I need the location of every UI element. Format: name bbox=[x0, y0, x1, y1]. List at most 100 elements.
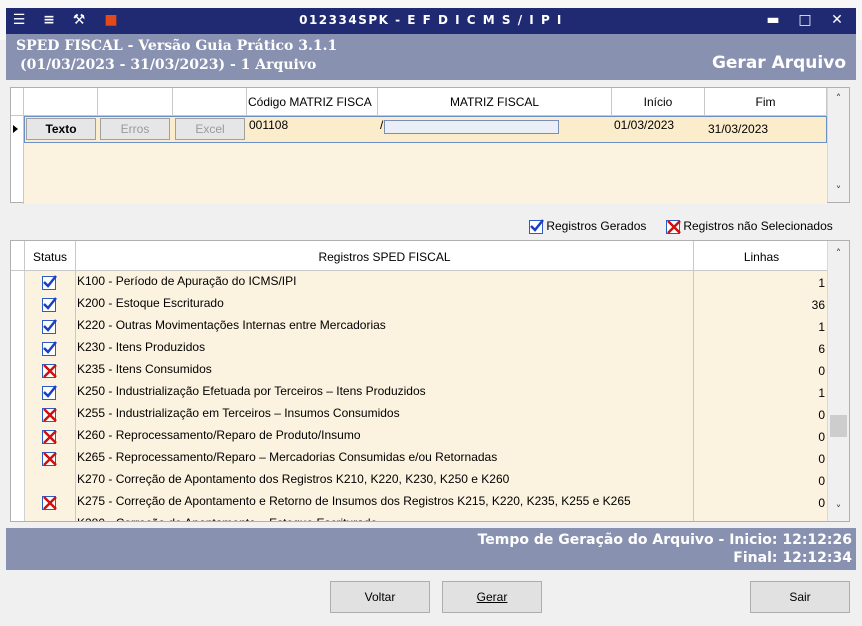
row-indicator bbox=[11, 469, 25, 491]
table-row[interactable]: K275 - Correção de Apontamento e Retorno… bbox=[11, 491, 829, 513]
status-cell[interactable] bbox=[25, 403, 76, 425]
legend-not-selected: Registros não Selecionados bbox=[666, 219, 833, 234]
row-indicator bbox=[11, 425, 25, 447]
progress-bar bbox=[384, 120, 559, 134]
texto-button[interactable]: Texto bbox=[26, 118, 96, 140]
record-description: K255 - Industrialização em Terceiros – I… bbox=[76, 403, 694, 425]
x-icon[interactable] bbox=[42, 430, 57, 444]
end-time-label: Final: 12:12:34 bbox=[733, 550, 852, 566]
title-bar-strip: ☰ ≡ ⚒ ■ 012334SPK - E F D I C M S / I P … bbox=[6, 8, 856, 34]
table-row[interactable]: K230 - Itens Produzidos 6 bbox=[11, 337, 829, 359]
version-label: SPED FISCAL - Versão Guia Prático 3.1.1 bbox=[16, 38, 338, 54]
codigo-cell: 001108 bbox=[249, 118, 289, 132]
status-bar: Tempo de Geração do Arquivo - Inicio: 12… bbox=[6, 528, 856, 570]
table-row[interactable]: K280 - Correção de Apontamento – Estoque… bbox=[11, 513, 829, 521]
record-description: K235 - Itens Consumidos bbox=[76, 359, 694, 381]
close-icon[interactable]: ✕ bbox=[826, 10, 848, 30]
scroll-up-icon[interactable]: ˄ bbox=[828, 92, 849, 105]
status-cell[interactable] bbox=[25, 271, 76, 293]
check-icon[interactable] bbox=[42, 341, 57, 356]
scroll-thumb[interactable] bbox=[830, 415, 847, 437]
row-indicator bbox=[11, 447, 25, 469]
record-lines: 0 bbox=[694, 425, 829, 447]
page-title: Gerar Arquivo bbox=[711, 53, 846, 73]
scroll-down-icon[interactable]: ˅ bbox=[828, 184, 849, 197]
status-cell[interactable] bbox=[25, 491, 76, 513]
status-cell[interactable] bbox=[25, 469, 76, 491]
record-description: K230 - Itens Produzidos bbox=[76, 337, 694, 359]
col-header-registros[interactable]: Registros SPED FISCAL bbox=[76, 241, 694, 271]
grid-indicator-header bbox=[11, 88, 24, 116]
table-row[interactable]: K220 - Outras Movimentações Internas ent… bbox=[11, 315, 829, 337]
row-indicator bbox=[11, 381, 25, 403]
x-icon[interactable] bbox=[42, 408, 57, 422]
x-icon[interactable] bbox=[42, 496, 57, 510]
sair-button[interactable]: Sair bbox=[750, 581, 850, 613]
table-row[interactable]: K260 - Reprocessamento/Reparo de Produto… bbox=[11, 425, 829, 447]
record-lines: 1 bbox=[694, 271, 829, 293]
fim-cell: 31/03/2023 bbox=[708, 122, 769, 136]
status-cell[interactable] bbox=[25, 293, 76, 315]
check-icon bbox=[529, 219, 544, 234]
col-header-fim[interactable]: Fim bbox=[705, 88, 827, 116]
check-icon[interactable] bbox=[42, 385, 57, 400]
vertical-scrollbar[interactable]: ˄ ˅ bbox=[827, 88, 849, 202]
record-lines: 36 bbox=[694, 293, 829, 315]
col-header-codigo[interactable]: Código MATRIZ FISCA bbox=[247, 88, 378, 116]
col-header-linhas[interactable]: Linhas bbox=[694, 241, 829, 271]
record-description: K270 - Correção de Apontamento dos Regis… bbox=[76, 469, 694, 491]
col-header-matriz[interactable]: MATRIZ FISCAL bbox=[378, 88, 612, 116]
col-header-blank-1 bbox=[24, 88, 98, 116]
inicio-cell: 01/03/2023 bbox=[614, 118, 675, 132]
status-cell[interactable] bbox=[25, 381, 76, 403]
status-cell[interactable] bbox=[25, 315, 76, 337]
records-vertical-scrollbar[interactable]: ˄ ˅ bbox=[827, 241, 849, 521]
page-header: SPED FISCAL - Versão Guia Prático 3.1.1 … bbox=[6, 34, 856, 80]
record-description: K100 - Período de Apuração do ICMS/IPI bbox=[76, 271, 694, 293]
check-icon[interactable] bbox=[42, 275, 57, 290]
scroll-up-icon[interactable]: ˄ bbox=[828, 247, 849, 260]
records-rows: K100 - Período de Apuração do ICMS/IPI 1 K… bbox=[11, 271, 829, 521]
record-lines: 1 bbox=[694, 315, 829, 337]
minimize-icon[interactable]: ▬ bbox=[762, 10, 784, 30]
table-row[interactable]: K250 - Industrialização Efetuada por Ter… bbox=[11, 381, 829, 403]
status-cell[interactable] bbox=[25, 337, 76, 359]
record-lines: 6 bbox=[694, 337, 829, 359]
check-icon[interactable] bbox=[42, 319, 57, 334]
table-row[interactable]: K200 - Estoque Escriturado 36 bbox=[11, 293, 829, 315]
voltar-button[interactable]: Voltar bbox=[330, 581, 430, 613]
x-icon[interactable] bbox=[42, 452, 57, 466]
col-header-inicio[interactable]: Início bbox=[612, 88, 705, 116]
erros-button[interactable]: Erros bbox=[100, 118, 170, 140]
table-row[interactable]: K265 - Reprocessamento/Reparo – Mercador… bbox=[11, 447, 829, 469]
record-lines: 0 bbox=[694, 491, 829, 513]
col-header-blank-3 bbox=[173, 88, 247, 116]
scroll-down-icon[interactable]: ˅ bbox=[828, 503, 849, 516]
record-description: K275 - Correção de Apontamento e Retorno… bbox=[76, 491, 694, 513]
gerar-button[interactable]: Gerar bbox=[442, 581, 542, 613]
maximize-icon[interactable]: □ bbox=[794, 10, 816, 30]
row-indicator bbox=[11, 491, 25, 513]
files-grid[interactable]: Código MATRIZ FISCA MATRIZ FISCAL Início… bbox=[10, 87, 850, 204]
excel-button[interactable]: Excel bbox=[175, 118, 245, 140]
status-cell[interactable] bbox=[25, 425, 76, 447]
period-label: (01/03/2023 - 31/03/2023) - 1 Arquivo bbox=[20, 57, 317, 73]
status-cell[interactable] bbox=[25, 447, 76, 469]
status-cell[interactable] bbox=[25, 359, 76, 381]
table-row[interactable]: K270 - Correção de Apontamento dos Regis… bbox=[11, 469, 829, 491]
records-indicator-header bbox=[11, 241, 25, 271]
gerar-button-label: Gerar bbox=[476, 590, 508, 604]
table-row[interactable]: K255 - Industrialização em Terceiros – I… bbox=[11, 403, 829, 425]
check-icon[interactable] bbox=[42, 297, 57, 312]
grid-empty-area bbox=[24, 143, 827, 204]
record-lines: 0 bbox=[694, 447, 829, 469]
col-header-status[interactable]: Status bbox=[25, 241, 76, 271]
row-indicator bbox=[11, 403, 25, 425]
record-lines: 0 bbox=[694, 403, 829, 425]
table-row[interactable]: K100 - Período de Apuração do ICMS/IPI 1 bbox=[11, 271, 829, 293]
table-row[interactable]: K235 - Itens Consumidos 0 bbox=[11, 359, 829, 381]
x-icon[interactable] bbox=[42, 364, 57, 378]
records-grid[interactable]: Status Registros SPED FISCAL Linhas K100… bbox=[10, 240, 850, 522]
record-description: K220 - Outras Movimentações Internas ent… bbox=[76, 315, 694, 337]
status-cell[interactable] bbox=[25, 513, 76, 521]
